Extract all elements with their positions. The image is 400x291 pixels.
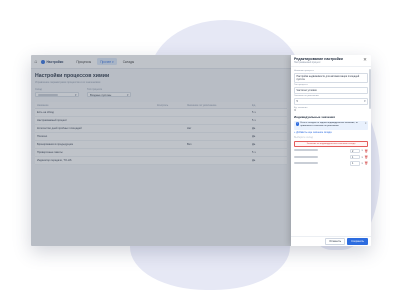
plus-icon: + bbox=[294, 131, 296, 135]
error-message: Значение не индивидуального значения скл… bbox=[294, 140, 368, 147]
delete-icon[interactable]: 🗑 bbox=[364, 155, 368, 159]
process-type-field[interactable]: Частично условия bbox=[294, 87, 368, 95]
drawer-header: Редактирование настройки Настраиваемый п… bbox=[291, 55, 371, 67]
drawer-title: Редактирование настройки bbox=[294, 57, 343, 61]
delete-icon[interactable]: 🗑 bbox=[364, 161, 368, 165]
info-banner: i Если в складах не задано индивидуально… bbox=[294, 120, 368, 130]
warehouse-value-row: 1 ▾ 🗑 bbox=[294, 154, 368, 160]
drawer-subtitle: Настраиваемый процесс bbox=[294, 61, 321, 64]
cancel-button[interactable]: Отменить bbox=[325, 237, 346, 246]
chevron-down-icon: ▾ bbox=[364, 98, 366, 103]
value-input[interactable]: 2 bbox=[349, 148, 360, 154]
warehouse-name bbox=[294, 155, 348, 159]
edit-drawer: Редактирование настройки Настраиваемый п… bbox=[291, 55, 371, 246]
add-value-button[interactable]: + Добавить еще значение склада bbox=[294, 131, 368, 134]
value-input[interactable]: 1 bbox=[349, 154, 360, 160]
value-input[interactable]: 1 bbox=[349, 161, 360, 166]
warehouse-name bbox=[294, 161, 348, 165]
drawer-scrollbar[interactable] bbox=[369, 69, 371, 109]
warehouse-name bbox=[294, 149, 348, 152]
app-window: ⌂ Настройки Процессы Прочее ▾ Склады Нас… bbox=[31, 55, 371, 246]
warehouse-value-row: 1 ▾ 🗑 bbox=[294, 161, 368, 166]
chevron-down-icon[interactable]: ▾ bbox=[361, 162, 362, 165]
modal-overlay[interactable] bbox=[31, 55, 291, 246]
ghost-warehouse-placeholder[interactable]: Выберите склад bbox=[294, 136, 368, 139]
save-button[interactable]: Сохранить bbox=[347, 237, 368, 246]
individual-values-heading: Индивидуальные значения bbox=[294, 115, 335, 120]
close-icon[interactable]: ✕ bbox=[363, 57, 367, 63]
unit-value: Ч bbox=[294, 109, 296, 113]
drawer-footer: Отменить Сохранить bbox=[291, 236, 371, 246]
chevron-down-icon[interactable]: ▾ bbox=[361, 149, 362, 152]
process-name-textarea[interactable]: Настройки недвижимости для автоматизации… bbox=[294, 73, 368, 84]
delete-icon[interactable]: 🗑 bbox=[364, 149, 368, 153]
close-icon[interactable]: × bbox=[365, 122, 367, 128]
warehouse-value-row: 2 ▾ 🗑 bbox=[294, 148, 368, 154]
info-icon: i bbox=[295, 122, 299, 126]
drawer-body: Название процесса Настройки недвижимости… bbox=[294, 70, 368, 166]
default-value-select[interactable]: 5 ▾ bbox=[294, 98, 368, 106]
info-text: Если в складах не задано индивидуальное … bbox=[300, 122, 358, 128]
chevron-down-icon[interactable]: ▾ bbox=[361, 156, 362, 159]
